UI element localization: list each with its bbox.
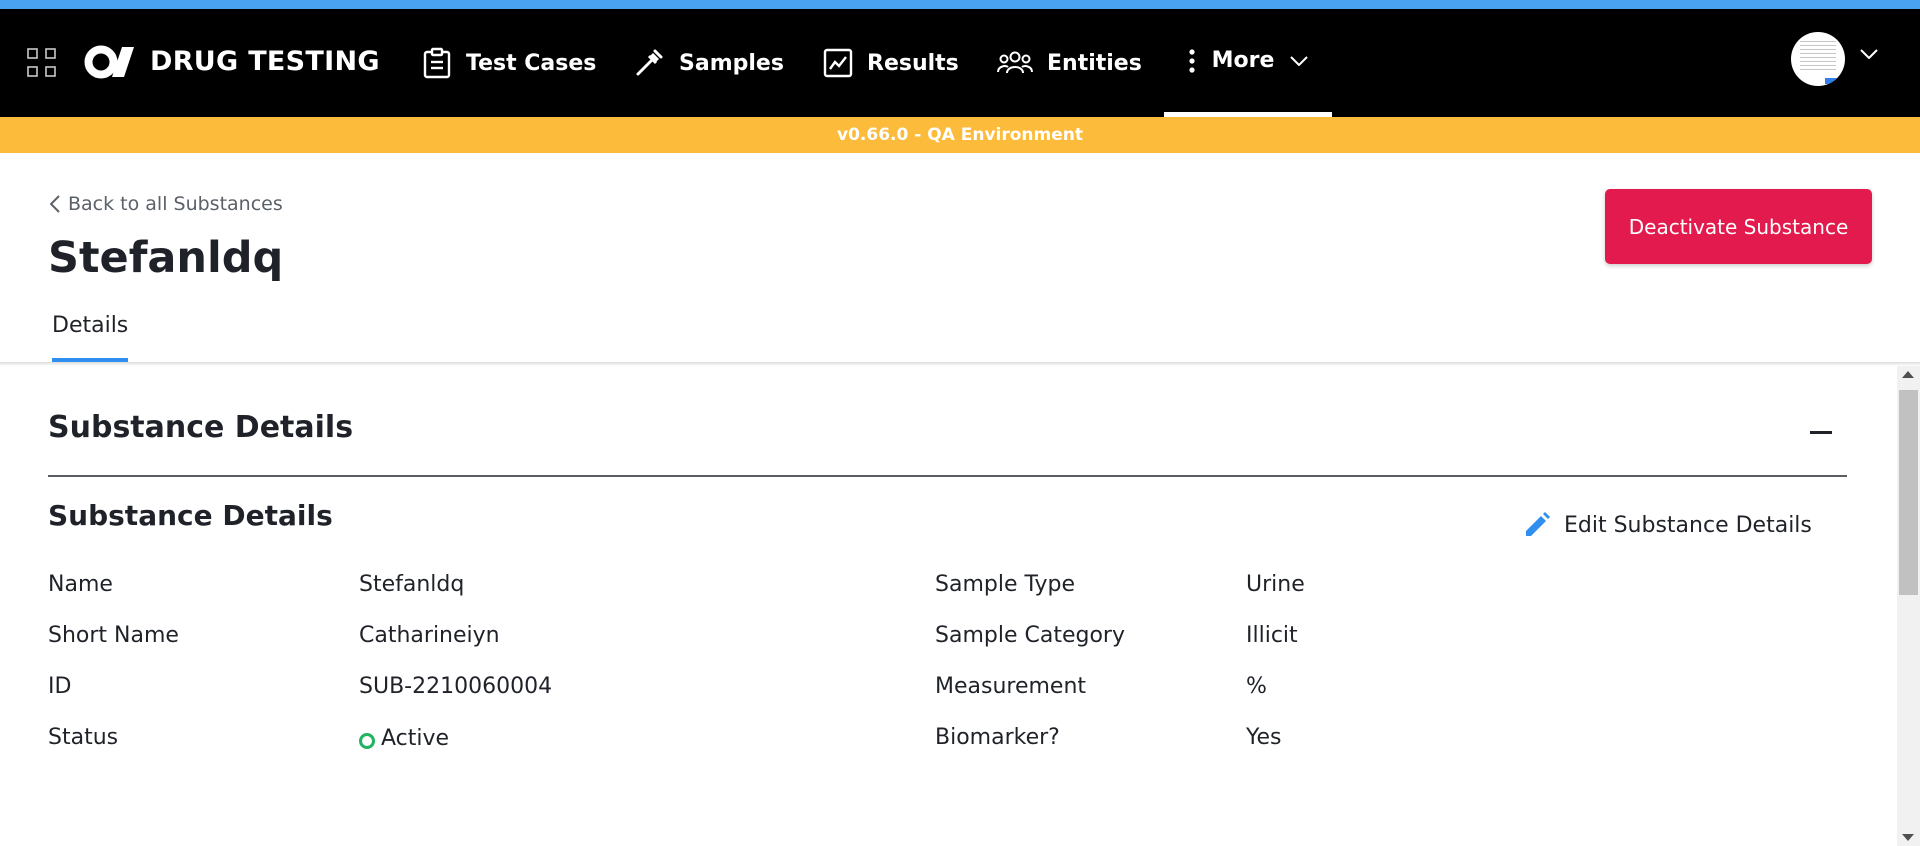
field-label-name: Name <box>48 572 113 597</box>
top-navbar: DRUG TESTING Test Cases Samples Results <box>0 9 1920 117</box>
content-scrollbar[interactable] <box>1897 366 1920 846</box>
field-value-short-name: Catharineiyn <box>359 623 500 648</box>
chevron-down-icon <box>1290 55 1309 66</box>
page-title: Stefanldq <box>48 233 284 283</box>
status-indicator: Active <box>359 726 449 751</box>
field-value-measurement: % <box>1246 674 1267 699</box>
field-value-status: Active <box>381 726 450 751</box>
top-accent-strip <box>0 0 1920 9</box>
scroll-up-arrow-icon[interactable] <box>1902 371 1914 378</box>
field-label-biomarker: Biomarker? <box>935 725 1060 750</box>
nav-entities[interactable]: Entities <box>997 9 1142 117</box>
collapse-section-button[interactable] <box>1808 420 1836 444</box>
scroll-down-arrow-icon[interactable] <box>1902 834 1914 841</box>
nav-samples[interactable]: Samples <box>633 9 784 117</box>
subsection-title: Substance Details <box>48 499 333 532</box>
field-value-name: Stefanldq <box>359 572 465 597</box>
field-label-id: ID <box>48 674 72 699</box>
avatar-image <box>1800 41 1836 71</box>
field-label-sample-type: Sample Type <box>935 572 1076 597</box>
status-active-dot-icon <box>359 732 375 749</box>
nav-results-label: Results <box>867 50 959 76</box>
field-label-status: Status <box>48 725 119 750</box>
section-divider <box>48 475 1847 477</box>
nav-more-label: More <box>1211 48 1275 73</box>
nav-more[interactable]: More <box>1164 9 1332 117</box>
user-menu-chevron-down-icon[interactable] <box>1860 49 1878 59</box>
back-to-substances-link[interactable]: Back to all Substances <box>50 193 283 215</box>
field-value-sample-category: Illicit <box>1246 623 1298 648</box>
nav-test-cases[interactable]: Test Cases <box>422 9 596 117</box>
field-label-measurement: Measurement <box>935 674 1087 699</box>
brand-logo-icon[interactable] <box>84 45 138 79</box>
nav-results[interactable]: Results <box>823 9 959 117</box>
kebab-icon <box>1189 48 1195 73</box>
people-icon <box>997 51 1033 74</box>
field-label-short-name: Short Name <box>48 623 179 648</box>
pencil-icon <box>1526 512 1550 536</box>
field-value-biomarker: Yes <box>1246 725 1282 750</box>
clipboard-icon <box>423 47 451 79</box>
section-title: Substance Details <box>48 410 354 445</box>
field-label-sample-category: Sample Category <box>935 623 1125 648</box>
edit-substance-details-button[interactable]: Edit Substance Details <box>1522 510 1812 540</box>
user-avatar[interactable] <box>1791 32 1845 86</box>
nav-entities-label: Entities <box>1047 50 1142 76</box>
field-value-sample-type: Urine <box>1246 572 1305 597</box>
chevron-left-icon <box>50 195 60 213</box>
avatar-badge <box>1825 78 1841 84</box>
back-link-label: Back to all Substances <box>68 193 283 215</box>
nav-samples-label: Samples <box>679 50 784 76</box>
deactivate-substance-button[interactable]: Deactivate Substance <box>1605 189 1872 264</box>
field-value-id: SUB-2210060004 <box>359 674 553 699</box>
edit-substance-details-label: Edit Substance Details <box>1564 512 1812 538</box>
tab-details[interactable]: Details <box>52 305 128 363</box>
nav-test-cases-label: Test Cases <box>466 50 597 76</box>
environment-banner: v0.66.0 - QA Environment <box>0 117 1920 153</box>
pipette-icon <box>636 49 663 76</box>
chart-line-icon <box>823 48 853 78</box>
scrollbar-thumb[interactable] <box>1899 390 1918 595</box>
apps-grid-icon[interactable] <box>27 48 56 77</box>
header-divider <box>0 362 1920 366</box>
brand-name[interactable]: DRUG TESTING <box>150 46 380 77</box>
